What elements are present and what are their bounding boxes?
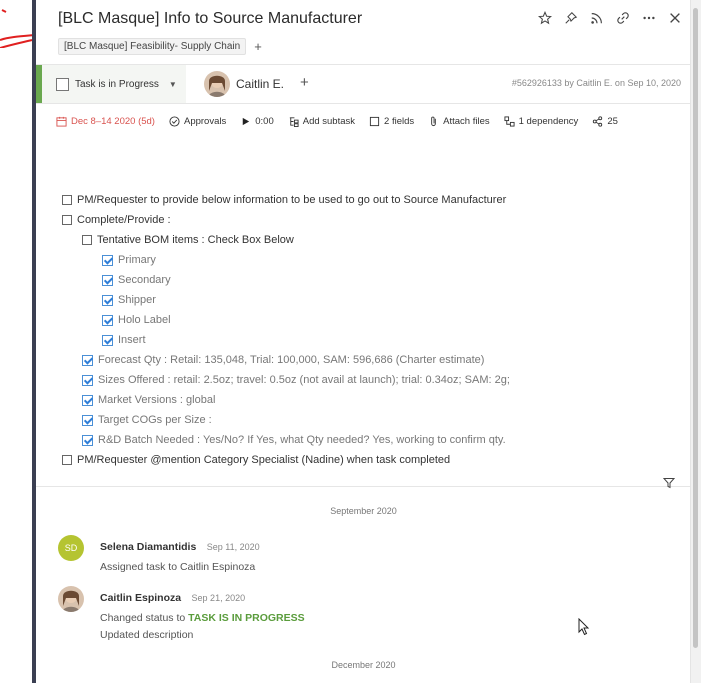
pin-icon[interactable] [563, 10, 579, 26]
assignee-name: Caitlin E. [236, 77, 285, 91]
checklist-item: R&D Batch Needed : Yes/No? If Yes, what … [82, 434, 506, 446]
checked-checkbox[interactable] [102, 294, 113, 306]
share-button[interactable]: 25 [592, 116, 618, 127]
task-title[interactable]: [BLC Masque] Info to Source Manufacturer [58, 10, 362, 28]
link-icon[interactable] [615, 10, 631, 26]
status-label: Task is in Progress [75, 78, 159, 90]
checklist-item: Secondary [102, 274, 171, 286]
status-checkbox[interactable] [56, 77, 69, 91]
checked-checkbox[interactable] [102, 274, 113, 286]
checklist-item: PM/Requester @mention Category Specialis… [62, 454, 450, 466]
dependency-icon [504, 116, 515, 127]
subtask-icon [289, 117, 299, 127]
paperclip-icon [431, 116, 436, 127]
checklist-item: Market Versions : global [82, 394, 215, 406]
task-toolbar: Dec 8–14 2020 (5d) Approvals 0:00 Add su… [56, 116, 632, 127]
date-range-label: Dec 8–14 2020 (5d) [71, 116, 155, 127]
breadcrumb: [BLC Masque] Feasibility- Supply Chain + [58, 38, 262, 55]
avatar [204, 71, 230, 97]
approvals-button[interactable]: Approvals [169, 116, 226, 127]
checkbox[interactable] [62, 215, 72, 225]
filter-icon[interactable] [663, 477, 675, 489]
section-divider [36, 486, 691, 487]
timer-button[interactable]: 0:00 [240, 116, 274, 127]
mouse-cursor [578, 618, 590, 636]
more-icon[interactable] [641, 10, 657, 26]
star-icon[interactable] [537, 10, 553, 26]
activity-text: Updated description [100, 629, 194, 641]
checked-checkbox[interactable] [82, 354, 93, 366]
rss-icon[interactable] [589, 10, 605, 26]
checklist-item: Sizes Offered : retail: 2.5oz; travel: 0… [82, 374, 510, 386]
activity-author[interactable]: Caitlin Espinoza [100, 592, 181, 604]
scrollbar[interactable] [690, 0, 701, 683]
dependency-label: 1 dependency [518, 116, 579, 127]
checklist-item: Complete/Provide : [62, 214, 171, 226]
status-bar: Task is in Progress ▼ Caitlin E. + #5629… [36, 64, 691, 104]
activity-text: Changed status to TASK IS IN PROGRESS [100, 612, 305, 624]
task-panel: [BLC Masque] Info to Source Manufacturer… [36, 0, 691, 683]
assignee[interactable]: Caitlin E. [204, 71, 284, 97]
add-folder-icon[interactable]: + [254, 39, 262, 54]
checkbox[interactable] [62, 195, 72, 205]
add-subtask-button[interactable]: Add subtask [288, 116, 355, 127]
activity-author[interactable]: Selena Diamantidis [100, 541, 196, 553]
month-separator: September 2020 [330, 506, 397, 516]
close-icon[interactable] [667, 10, 683, 26]
checked-checkbox[interactable] [82, 394, 93, 406]
checked-checkbox[interactable] [102, 254, 113, 266]
activity-text: Assigned task to Caitlin Espinoza [100, 561, 256, 573]
attach-files-button[interactable]: Attach files [428, 116, 490, 127]
checkbox[interactable] [82, 235, 92, 245]
checklist-item: Insert [102, 334, 146, 346]
status-dropdown[interactable]: Task is in Progress ▼ [36, 65, 186, 103]
checklist-item: Holo Label [102, 314, 171, 326]
play-icon [242, 117, 250, 126]
checked-checkbox[interactable] [82, 374, 93, 386]
parent-folder-tag[interactable]: [BLC Masque] Feasibility- Supply Chain [58, 38, 247, 55]
checklist-item: Shipper [102, 294, 156, 306]
fields-label: 2 fields [384, 116, 415, 127]
avatar: SD [58, 535, 84, 561]
activity-time: Sep 11, 2020 [206, 542, 260, 552]
add-assignee-button[interactable]: + [300, 74, 309, 91]
month-separator: December 2020 [331, 660, 396, 670]
calendar-icon [56, 116, 67, 127]
checklist-item: Tentative BOM items : Check Box Below [82, 234, 294, 246]
activity-time: Sep 21, 2020 [191, 593, 246, 603]
title-actions [537, 10, 683, 26]
chevron-down-icon: ▼ [168, 79, 177, 89]
avatar [58, 586, 84, 612]
task-id-meta: #562926133 by Caitlin E. on Sep 10, 2020 [511, 78, 681, 88]
checklist-item: Target COGs per Size : [82, 414, 212, 426]
date-range-button[interactable]: Dec 8–14 2020 (5d) [56, 116, 155, 127]
share-count: 25 [607, 116, 618, 127]
left-margin [0, 0, 32, 683]
dependency-button[interactable]: 1 dependency [504, 116, 579, 127]
checked-checkbox[interactable] [102, 334, 113, 346]
approvals-label: Approvals [183, 116, 227, 127]
fields-button[interactable]: 2 fields [369, 116, 414, 127]
attach-files-label: Attach files [443, 116, 490, 127]
fields-icon [369, 116, 380, 127]
status-badge: TASK IS IN PROGRESS [188, 612, 305, 624]
checklist-item: Primary [102, 254, 156, 266]
timer-label: 0:00 [255, 116, 274, 127]
checklist-item: PM/Requester to provide below informatio… [62, 194, 506, 206]
checked-checkbox[interactable] [82, 434, 93, 446]
checklist-item: Forecast Qty : Retail: 135,048, Trial: 1… [82, 354, 484, 366]
add-subtask-label: Add subtask [302, 116, 356, 127]
share-icon [593, 116, 603, 127]
scrollbar-thumb[interactable] [693, 8, 698, 648]
checkbox[interactable] [62, 455, 72, 465]
checked-checkbox[interactable] [102, 314, 113, 326]
check-circle-icon [169, 116, 180, 127]
checked-checkbox[interactable] [82, 414, 93, 426]
